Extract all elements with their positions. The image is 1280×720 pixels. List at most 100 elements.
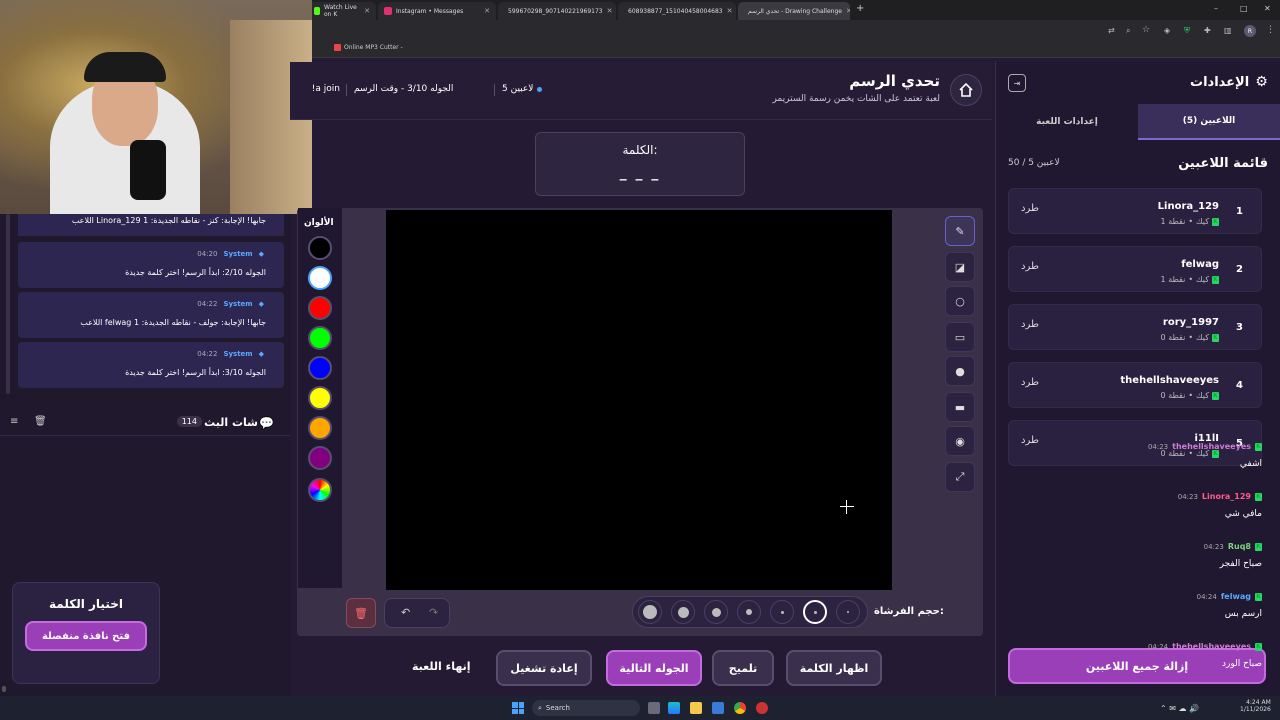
eraser-tool-button[interactable]: ◪ — [945, 252, 975, 282]
hint-button[interactable]: تلميح — [712, 650, 774, 686]
undo-icon[interactable]: ↶ — [401, 606, 410, 619]
color-swatch[interactable] — [308, 386, 332, 410]
chat-trash-icon[interactable]: 🗑 — [34, 416, 47, 427]
clear-canvas-button[interactable]: 🗑 — [346, 598, 376, 628]
player-rank: 2 — [1236, 264, 1243, 275]
browser-tab[interactable]: Instagram • Messages ✕ — [378, 2, 496, 20]
maximize-button[interactable]: □ — [1240, 4, 1248, 13]
color-swatch[interactable] — [308, 236, 332, 260]
close-tab-icon[interactable]: ✕ — [364, 7, 370, 15]
players-count-label: 5 لاعبين — [502, 84, 534, 94]
open-separate-window-button[interactable]: فتح نافذة منفصلة — [25, 621, 147, 651]
puzzle-icon[interactable]: ✚ — [1204, 26, 1211, 35]
collapse-panel-button[interactable]: ⇥ — [1008, 74, 1026, 92]
redo-icon[interactable]: ↷ — [429, 606, 438, 619]
color-swatch[interactable] — [308, 356, 332, 380]
taskbar-search[interactable]: ⌕ Search — [532, 700, 640, 716]
browser-tab[interactable]: 608938877_151040458004683 ✕ — [618, 2, 736, 20]
app-taskbar-icon[interactable] — [756, 702, 768, 714]
chat-message: 04:23 thehellshaveeyes K اشفي — [1148, 442, 1262, 469]
custom-color-picker[interactable] — [308, 478, 332, 502]
kick-player-button[interactable]: طرد — [1021, 377, 1039, 388]
brush-size-option[interactable] — [836, 600, 860, 624]
tab-players[interactable]: اللاعبين (5) — [1138, 104, 1280, 140]
message-sender: System — [223, 300, 253, 308]
brush-size-option[interactable] — [770, 600, 794, 624]
new-tab-button[interactable]: + — [856, 3, 864, 14]
color-swatch[interactable] — [308, 446, 332, 470]
close-tab-icon[interactable]: ✕ — [727, 7, 733, 15]
chat-username: Ruq8 — [1227, 542, 1251, 551]
translate-icon[interactable]: ⇄ — [1108, 26, 1115, 35]
message-time: 04:22 — [197, 350, 218, 358]
chat-message-text: ارسم بس — [1224, 609, 1262, 619]
windows-start-icon[interactable] — [512, 702, 524, 714]
pencil-tool-button[interactable]: ✎ — [945, 216, 975, 246]
player-points: 1 نقطة — [1160, 275, 1186, 284]
edge-icon[interactable] — [668, 702, 680, 714]
kick-player-button[interactable]: طرد — [1021, 261, 1039, 272]
file-explorer-icon[interactable] — [690, 702, 702, 714]
drawing-canvas[interactable] — [386, 210, 892, 590]
chat-settings-icon[interactable]: ≡ — [10, 416, 18, 427]
end-game-button[interactable]: إنهاء اللعبة — [412, 660, 471, 673]
kick-player-button[interactable]: طرد — [1021, 319, 1039, 330]
extension-icon[interactable]: ◈ — [1164, 26, 1170, 35]
store-icon[interactable] — [712, 702, 724, 714]
player-meta: 0 نقطة • كيك K — [1160, 391, 1219, 400]
minimize-button[interactable]: – — [1214, 4, 1218, 13]
player-name: felwag — [1181, 259, 1219, 270]
kick-player-button[interactable]: طرد — [1021, 203, 1039, 214]
bookmark-label: Online MP3 Cutter - — [344, 44, 403, 51]
brush-size-label: حجم الفرشاة: — [874, 606, 944, 617]
sidepanel-icon[interactable]: ▥ — [1224, 26, 1232, 35]
zoom-icon[interactable]: ⌕ — [1126, 26, 1130, 36]
word-label: الكلمة: — [622, 143, 658, 157]
kick-player-button[interactable]: طرد — [1021, 435, 1039, 446]
close-tab-icon[interactable]: ✕ — [846, 7, 850, 15]
close-tab-icon[interactable]: ✕ — [607, 7, 613, 15]
system-log-scrollbar[interactable] — [6, 214, 10, 394]
close-tab-icon[interactable]: ✕ — [484, 7, 490, 15]
brush-size-option[interactable] — [638, 600, 662, 624]
taskbar — [0, 696, 1280, 720]
word-blanks: _ _ _ — [619, 165, 661, 181]
brush-size-option[interactable] — [803, 600, 827, 624]
color-swatch[interactable] — [308, 326, 332, 350]
player-meta: 1 نقطة • كيك K — [1160, 275, 1219, 284]
task-view-icon[interactable] — [648, 702, 660, 714]
brush-size-option[interactable] — [737, 600, 761, 624]
line-tool-button[interactable]: ⤢ — [945, 462, 975, 492]
more-menu-icon[interactable]: ⋮ — [1266, 25, 1275, 35]
color-swatch[interactable] — [308, 296, 332, 320]
bookmark-item[interactable]: Online MP3 Cutter - — [334, 44, 403, 51]
shield-icon[interactable]: ⛨ — [1184, 26, 1190, 36]
home-button[interactable] — [950, 74, 982, 106]
browser-tab-active[interactable]: تحدي الرسم - Drawing Challenge ✕ — [738, 2, 850, 20]
browser-tab[interactable]: 599670298_907140221969173 ✕ — [498, 2, 616, 20]
restart-button[interactable]: إعادة تشغيل — [496, 650, 592, 686]
tab-game-settings[interactable]: إعدادات اللعبة — [996, 104, 1138, 140]
circle-tool-button[interactable]: ○ — [945, 286, 975, 316]
reveal-word-button[interactable]: اظهار الكلمة — [786, 650, 882, 686]
filled-circle-tool-button[interactable]: ● — [945, 356, 975, 386]
brush-size-option[interactable] — [704, 600, 728, 624]
chat-scrollbar[interactable] — [2, 686, 6, 692]
profile-avatar[interactable]: R — [1244, 25, 1256, 37]
bookmark-star-icon[interactable]: ☆ — [1142, 25, 1150, 35]
chat-message-text: مافي شي — [1224, 509, 1262, 519]
color-swatch[interactable] — [308, 416, 332, 440]
next-round-button[interactable]: الجوله التالية — [606, 650, 702, 686]
color-swatch[interactable] — [308, 266, 332, 290]
brush-size-option[interactable] — [671, 600, 695, 624]
fill-bucket-icon: ◉ — [955, 434, 965, 448]
filled-rectangle-tool-button[interactable]: ▬ — [945, 392, 975, 422]
player-name: rory_1997 — [1162, 317, 1219, 328]
browser-tab[interactable]: Watch Live on K ✕ — [308, 2, 376, 20]
system-message-text: اللاعب Linora_129 جابها! الإجابة: كنز - … — [71, 216, 266, 225]
fill-bucket-tool-button[interactable]: ◉ — [945, 426, 975, 456]
player-card: 4 thehellshaveeyes 0 نقطة • كيك K طرد — [1008, 362, 1262, 408]
close-window-button[interactable]: ✕ — [1264, 4, 1271, 13]
chrome-icon[interactable] — [734, 702, 746, 714]
rectangle-tool-button[interactable]: ▭ — [945, 322, 975, 352]
